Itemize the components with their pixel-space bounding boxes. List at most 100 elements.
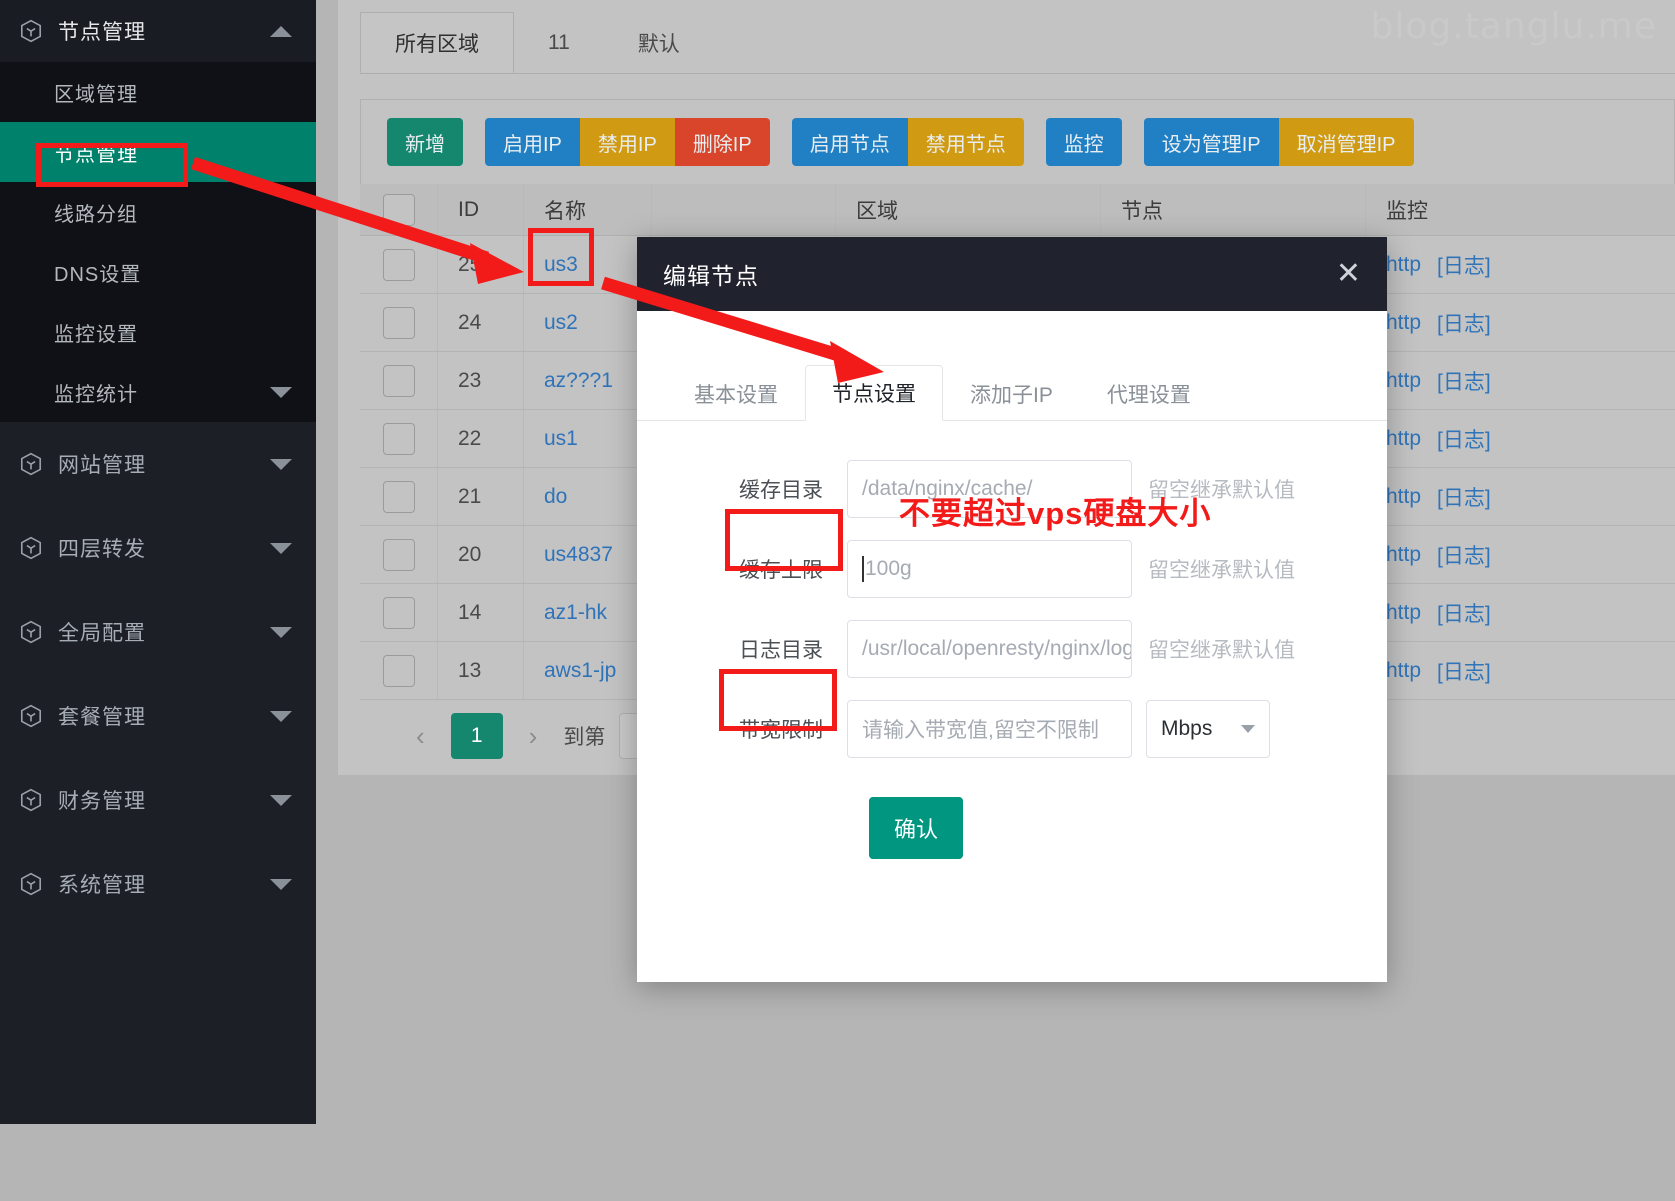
cell-name[interactable]: az???1	[524, 352, 652, 409]
tab-region-11[interactable]: 11	[514, 12, 604, 73]
tab-proxy-settings[interactable]: 代理设置	[1080, 366, 1218, 421]
next-page-button[interactable]: ›	[517, 721, 550, 752]
enable-ip-button[interactable]: 启用IP	[485, 118, 580, 166]
tab-add-sub-ip[interactable]: 添加子IP	[943, 366, 1080, 421]
monitor-http-link[interactable]: http	[1386, 659, 1421, 683]
row-checkbox[interactable]	[383, 655, 415, 687]
sidebar-item-global-config[interactable]: 全局配置	[0, 590, 316, 674]
row-checkbox[interactable]	[383, 481, 415, 513]
sidebar-item-line-group[interactable]: 线路分组	[0, 182, 316, 242]
row-checkbox[interactable]	[383, 307, 415, 339]
sidebar-item-website-management[interactable]: 网站管理	[0, 422, 316, 506]
node-name-link[interactable]: az???1	[544, 369, 613, 393]
bandwidth-unit-select[interactable]: Mbps	[1146, 700, 1270, 758]
chevron-down-icon[interactable]	[270, 543, 292, 554]
row-select-cell[interactable]	[360, 584, 438, 641]
add-button[interactable]: 新增	[387, 118, 463, 166]
chevron-down-icon[interactable]	[270, 627, 292, 638]
monitor-log-link[interactable]: [日志]	[1437, 482, 1491, 512]
annotation-note-text: 不要超过vps硬盘大小	[899, 488, 1211, 533]
tab-region-default[interactable]: 默认	[604, 12, 714, 73]
row-checkbox[interactable]	[383, 249, 415, 281]
row-checkbox[interactable]	[383, 539, 415, 571]
chevron-down-icon[interactable]	[270, 459, 292, 470]
node-name-link[interactable]: us3	[544, 253, 578, 277]
cell-name[interactable]: us2	[524, 294, 652, 351]
tab-basic-settings[interactable]: 基本设置	[667, 366, 805, 421]
caret-up-icon[interactable]	[270, 26, 292, 37]
page-number-1[interactable]: 1	[451, 713, 503, 759]
node-name-link[interactable]: do	[544, 485, 567, 509]
monitor-http-link[interactable]: http	[1386, 369, 1421, 393]
enable-node-button[interactable]: 启用节点	[792, 118, 908, 166]
log-dir-input[interactable]: /usr/local/openresty/nginx/log	[847, 620, 1132, 678]
row-checkbox[interactable]	[383, 365, 415, 397]
row-select-cell[interactable]	[360, 526, 438, 583]
row-select-cell[interactable]	[360, 468, 438, 525]
cell-name[interactable]: us3	[524, 236, 652, 293]
delete-ip-button[interactable]: 删除IP	[675, 118, 770, 166]
sidebar-item-monitor-settings[interactable]: 监控设置	[0, 302, 316, 362]
sidebar-item-region-management[interactable]: 区域管理	[0, 62, 316, 122]
sidebar-item-label: 监控设置	[54, 318, 138, 347]
sidebar-item-system-management[interactable]: 系统管理	[0, 842, 316, 926]
tab-node-settings[interactable]: 节点设置	[805, 365, 943, 421]
monitor-http-link[interactable]: http	[1386, 427, 1421, 451]
monitor-log-link[interactable]: [日志]	[1437, 308, 1491, 338]
node-name-link[interactable]: us1	[544, 427, 578, 451]
row-select-cell[interactable]	[360, 294, 438, 351]
monitor-button[interactable]: 监控	[1046, 118, 1122, 166]
monitor-http-link[interactable]: http	[1386, 485, 1421, 509]
sidebar-item-package-management[interactable]: 套餐管理	[0, 674, 316, 758]
cell-name[interactable]: az1-hk	[524, 584, 652, 641]
node-name-link[interactable]: us2	[544, 311, 578, 335]
row-select-cell[interactable]	[360, 352, 438, 409]
monitor-log-link[interactable]: [日志]	[1437, 656, 1491, 686]
node-name-link[interactable]: aws1-jp	[544, 659, 616, 683]
set-admin-ip-button[interactable]: 设为管理IP	[1144, 118, 1279, 166]
row-select-cell[interactable]	[360, 642, 438, 699]
chevron-down-icon[interactable]	[270, 879, 292, 890]
monitor-http-link[interactable]: http	[1386, 311, 1421, 335]
app-root: 节点管理 区域管理 节点管理 线路分组 DNS设置 监控设置 监控统计 网站管理	[0, 0, 1675, 1201]
sidebar-item-layer4-forward[interactable]: 四层转发	[0, 506, 316, 590]
cancel-admin-ip-button[interactable]: 取消管理IP	[1279, 118, 1414, 166]
monitor-log-link[interactable]: [日志]	[1437, 424, 1491, 454]
tab-all-regions[interactable]: 所有区域	[360, 12, 514, 73]
cache-limit-input[interactable]: 100g	[847, 540, 1132, 598]
sidebar-item-dns-settings[interactable]: DNS设置	[0, 242, 316, 302]
chevron-down-icon[interactable]	[270, 795, 292, 806]
sidebar-item-finance-management[interactable]: 财务管理	[0, 758, 316, 842]
row-checkbox[interactable]	[383, 423, 415, 455]
confirm-button[interactable]: 确认	[869, 797, 963, 859]
monitor-http-link[interactable]: http	[1386, 601, 1421, 625]
cell-name[interactable]: us1	[524, 410, 652, 467]
cell-name[interactable]: aws1-jp	[524, 642, 652, 699]
cell-name[interactable]: do	[524, 468, 652, 525]
row-checkbox[interactable]	[383, 597, 415, 629]
monitor-log-link[interactable]: [日志]	[1437, 540, 1491, 570]
disable-node-button[interactable]: 禁用节点	[908, 118, 1024, 166]
chevron-down-icon[interactable]	[270, 387, 292, 398]
monitor-log-link[interactable]: [日志]	[1437, 250, 1491, 280]
bandwidth-limit-input[interactable]: 请输入带宽值,留空不限制	[847, 700, 1132, 758]
select-all-checkbox[interactable]	[383, 194, 415, 226]
cell-name[interactable]: us4837	[524, 526, 652, 583]
disable-ip-button[interactable]: 禁用IP	[580, 118, 675, 166]
monitor-log-link[interactable]: [日志]	[1437, 598, 1491, 628]
prev-page-button[interactable]: ‹	[404, 721, 437, 752]
row-select-cell[interactable]	[360, 410, 438, 467]
close-icon[interactable]: ✕	[1336, 259, 1361, 289]
monitor-http-link[interactable]: http	[1386, 253, 1421, 277]
sidebar-item-node-management[interactable]: 节点管理	[0, 122, 316, 182]
row-select-cell[interactable]	[360, 236, 438, 293]
node-name-link[interactable]: az1-hk	[544, 601, 607, 625]
node-name-link[interactable]: us4837	[544, 543, 613, 567]
sidebar-item-label: DNS设置	[54, 258, 141, 287]
monitor-http-link[interactable]: http	[1386, 543, 1421, 567]
chevron-down-icon[interactable]	[270, 711, 292, 722]
header-select-all[interactable]	[360, 184, 438, 235]
sidebar-item-monitor-stats[interactable]: 监控统计	[0, 362, 316, 422]
sidebar-group-node-management[interactable]: 节点管理	[0, 0, 316, 62]
monitor-log-link[interactable]: [日志]	[1437, 366, 1491, 396]
